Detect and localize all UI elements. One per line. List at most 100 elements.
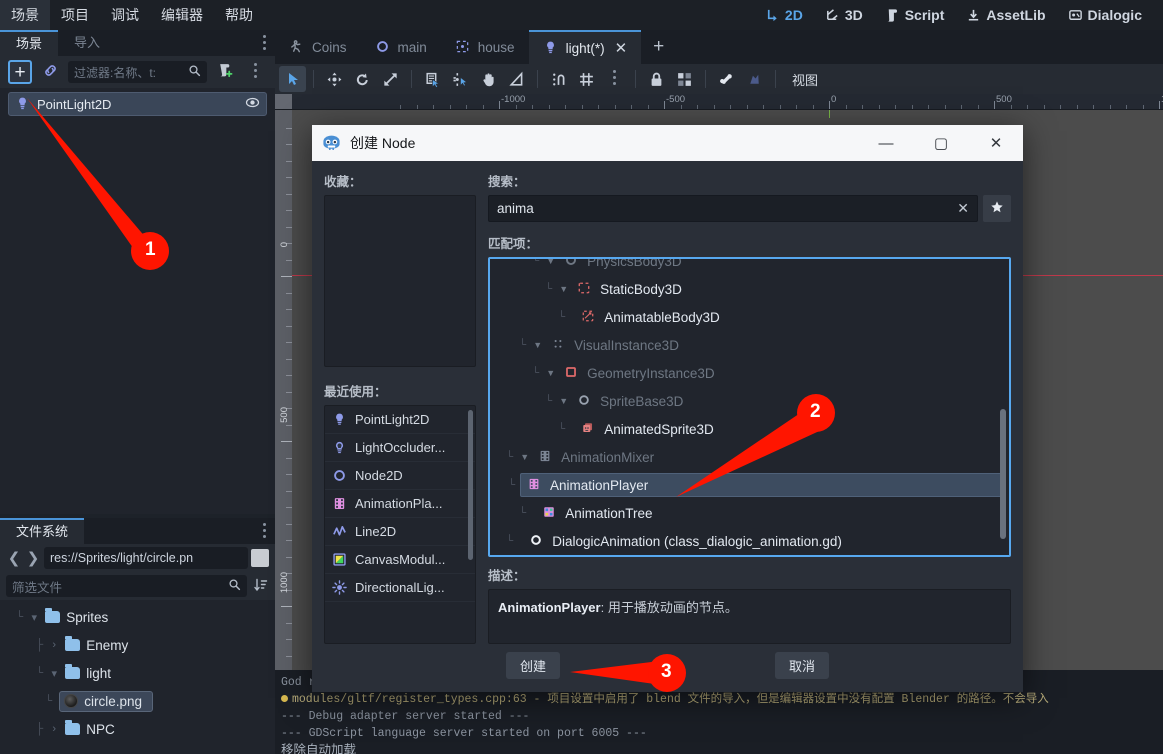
- mode-button-assetlib[interactable]: AssetLib: [957, 4, 1054, 26]
- smart-snap-tool-button[interactable]: [545, 66, 572, 92]
- scene-tree-row-pointlight2d[interactable]: PointLight2D: [8, 92, 267, 116]
- filesystem-row-circle-png[interactable]: └ circle.png: [0, 687, 275, 715]
- chevron-right-icon[interactable]: ›: [49, 639, 59, 651]
- chevron-down-icon[interactable]: ▼: [546, 259, 555, 266]
- match-row-visualinstance3d[interactable]: └ ▼ VisualInstance3D: [490, 331, 1009, 359]
- move-tool-button[interactable]: [321, 66, 348, 92]
- scene-tab-light[interactable]: light(*) ✕: [528, 30, 642, 64]
- match-row-animatedsprite3d[interactable]: └ AnimatedSprite3D: [490, 415, 1009, 443]
- filesystem-row-light[interactable]: └ ▾ light: [0, 659, 275, 687]
- ruler-tool-button[interactable]: [503, 66, 530, 92]
- cancel-button[interactable]: 取消: [775, 651, 829, 679]
- add-node-button[interactable]: +: [8, 60, 32, 84]
- match-tree[interactable]: └ ▼ PhysicsBody3D └ ▼ StaticBody3D └ Ani…: [488, 257, 1011, 557]
- minimize-icon[interactable]: —: [863, 125, 909, 161]
- mode-button-script[interactable]: Script: [876, 4, 954, 26]
- filesystem-row-npc[interactable]: ├ › NPC: [0, 715, 275, 743]
- recent-list-scrollbar[interactable]: [468, 410, 473, 560]
- scene-filter-input[interactable]: 过滤器:名称、t:: [68, 61, 207, 83]
- chevron-down-icon[interactable]: ▼: [533, 340, 542, 350]
- tree-guide: └: [506, 450, 514, 464]
- match-row-animationtree[interactable]: └ AnimationTree: [490, 499, 1009, 527]
- scale-tool-button[interactable]: [377, 66, 404, 92]
- filesystem-filter-input[interactable]: 筛选文件: [6, 575, 247, 597]
- back-arrow-icon[interactable]: ❮: [6, 549, 22, 567]
- bone-tool-button[interactable]: [713, 66, 740, 92]
- chevron-down-icon[interactable]: ▼: [546, 368, 555, 378]
- create-script-button[interactable]: [213, 60, 237, 84]
- filesystem-item-label: NPC: [86, 721, 115, 737]
- mode-button-2d[interactable]: 2D: [756, 4, 812, 26]
- list-select-tool-button[interactable]: [419, 66, 446, 92]
- clear-search-icon[interactable]: ✕: [957, 200, 969, 217]
- scene-tab-house[interactable]: house: [441, 30, 529, 64]
- toggle-split-mode-icon[interactable]: [251, 549, 269, 567]
- menu-item-help[interactable]: 帮助: [214, 0, 264, 30]
- close-icon[interactable]: ✕: [973, 125, 1019, 161]
- chevron-down-icon[interactable]: ▼: [559, 396, 568, 406]
- select-tool-button[interactable]: [279, 66, 306, 92]
- menu-item-project[interactable]: 项目: [50, 0, 100, 30]
- group-tool-button[interactable]: [671, 66, 698, 92]
- favorite-star-button[interactable]: [983, 195, 1011, 222]
- add-scene-tab-button[interactable]: +: [641, 30, 676, 64]
- recent-item[interactable]: DirectionalLig...: [325, 574, 475, 602]
- close-icon[interactable]: ✕: [615, 39, 628, 57]
- match-row-spritebase3d[interactable]: └ ▼ SpriteBase3D: [490, 387, 1009, 415]
- menu-item-editor[interactable]: 编辑器: [150, 0, 214, 30]
- chevron-down-icon[interactable]: ▾: [49, 667, 59, 680]
- match-tree-scrollbar[interactable]: [1000, 409, 1006, 539]
- create-button[interactable]: 创建: [506, 651, 560, 679]
- rotate-tool-button[interactable]: [349, 66, 376, 92]
- tab-import[interactable]: 导入: [58, 30, 116, 56]
- view-menu-button[interactable]: 视图: [783, 70, 827, 89]
- snap-options-icon[interactable]: [601, 66, 628, 92]
- filesystem-dock-menu-icon[interactable]: [263, 523, 267, 539]
- mode-button-3d[interactable]: 3D: [816, 4, 872, 26]
- tab-scene[interactable]: 场景: [0, 30, 59, 56]
- skeleton-tool-button[interactable]: [741, 66, 768, 92]
- description-box: AnimationPlayer: 用于播放动画的节点。: [488, 589, 1011, 644]
- mode-button-dialogic[interactable]: Dialogic: [1059, 4, 1151, 26]
- chevron-down-icon[interactable]: ▼: [520, 452, 529, 462]
- recent-item[interactable]: AnimationPla...: [325, 490, 475, 518]
- recent-item[interactable]: Node2D: [325, 462, 475, 490]
- scene-tree-options-icon[interactable]: [243, 60, 267, 84]
- match-row-staticbody3d[interactable]: └ ▼ StaticBody3D: [490, 275, 1009, 303]
- ruler-tick: [482, 105, 484, 109]
- scene-dock-menu-icon[interactable]: [263, 35, 267, 51]
- instantiate-scene-button[interactable]: [38, 60, 62, 84]
- match-row-animationmixer[interactable]: └ ▼ AnimationMixer: [490, 443, 1009, 471]
- recent-item[interactable]: PointLight2D: [325, 406, 475, 434]
- grid-snap-tool-button[interactable]: [573, 66, 600, 92]
- recent-item[interactable]: CanvasModul...: [325, 546, 475, 574]
- recent-item[interactable]: Line2D: [325, 518, 475, 546]
- chevron-down-icon[interactable]: ▼: [559, 284, 568, 294]
- match-row-animationplayer[interactable]: └ AnimationPlayer: [490, 471, 1009, 499]
- menu-item-debug[interactable]: 调试: [100, 0, 150, 30]
- filesystem-row-sprites[interactable]: └ ▾ Sprites: [0, 603, 275, 631]
- recent-item[interactable]: LightOccluder...: [325, 434, 475, 462]
- match-row-animatablebody3d[interactable]: └ AnimatableBody3D: [490, 303, 1009, 331]
- search-input[interactable]: anima ✕: [488, 195, 978, 222]
- lock-tool-button[interactable]: [643, 66, 670, 92]
- visibility-eye-icon[interactable]: [245, 95, 260, 113]
- sort-icon[interactable]: [253, 577, 269, 596]
- filesystem-row-enemy[interactable]: ├ › Enemy: [0, 631, 275, 659]
- match-row-geometryinstance3d[interactable]: └ ▼ GeometryInstance3D: [490, 359, 1009, 387]
- match-row-dialogicanimation[interactable]: └ DialogicAnimation (class_dialogic_anim…: [490, 527, 1009, 555]
- forward-arrow-icon[interactable]: ❯: [25, 549, 41, 567]
- filesystem-path-field[interactable]: res://Sprites/light/circle.pn: [44, 547, 248, 569]
- ruler-select-tool-button[interactable]: [447, 66, 474, 92]
- tab-filesystem[interactable]: 文件系统: [0, 518, 85, 544]
- chevron-right-icon[interactable]: ›: [49, 723, 59, 735]
- favorites-list[interactable]: [324, 195, 476, 367]
- recent-list[interactable]: PointLight2D LightOccluder... Node2D Ani…: [324, 405, 476, 644]
- pan-tool-button[interactable]: [475, 66, 502, 92]
- maximize-icon[interactable]: ▢: [918, 125, 964, 161]
- match-row-physicsbody3d[interactable]: └ ▼ PhysicsBody3D: [490, 259, 1009, 275]
- scene-tab-coins[interactable]: Coins: [275, 30, 361, 64]
- menu-item-scene[interactable]: 场景: [0, 0, 50, 30]
- chevron-down-icon[interactable]: ▾: [29, 611, 39, 624]
- scene-tab-main[interactable]: main: [361, 30, 441, 64]
